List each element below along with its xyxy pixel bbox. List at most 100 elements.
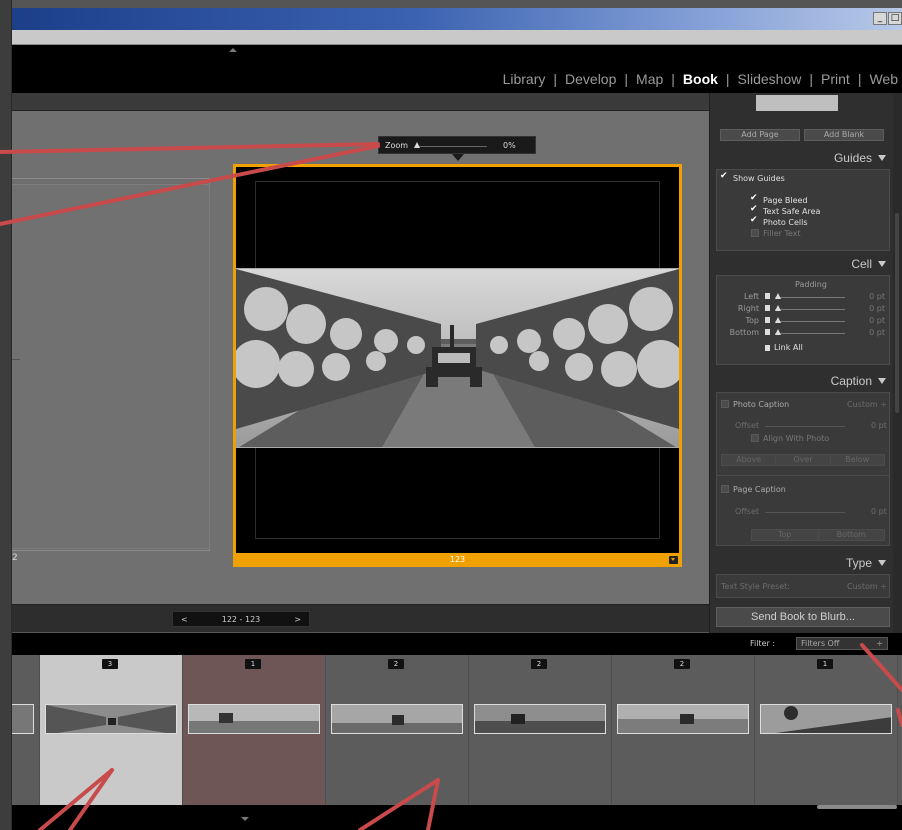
padding-bottom-slider[interactable]: Bottom 0 pt [717, 328, 891, 338]
guides-title: Guides [833, 151, 872, 165]
top-panel-collapse-icon[interactable] [229, 48, 237, 52]
filmstrip-thumbnail[interactable] [188, 704, 320, 734]
collapse-triangle-icon [878, 155, 886, 161]
slider-thumb[interactable] [775, 329, 781, 335]
filmstrip-cell-used[interactable]: 1 [183, 655, 326, 805]
page-bleed-checkbox[interactable]: Page Bleed [750, 193, 808, 205]
minimize-button[interactable]: _ [873, 12, 887, 25]
slider-track[interactable] [775, 321, 845, 322]
filmstrip-thumbnail[interactable] [45, 704, 177, 734]
filmstrip-thumbnail[interactable] [617, 704, 749, 734]
module-map[interactable]: Map [632, 71, 667, 87]
filmstrip-thumbnail[interactable] [331, 704, 463, 734]
zoom-slider-thumb[interactable] [414, 142, 420, 148]
right-page-selected[interactable] [233, 164, 682, 567]
zoom-slider-track[interactable] [417, 146, 487, 147]
caption-section-header[interactable]: Caption [716, 374, 890, 390]
position-over[interactable]: Over [776, 455, 831, 465]
photo-caption-style-select[interactable]: Custom ÷ [847, 400, 887, 409]
slider-track[interactable] [775, 333, 845, 334]
slider-track[interactable] [775, 297, 845, 298]
position-below[interactable]: Below [831, 455, 884, 465]
padding-top-slider[interactable]: Top 0 pt [717, 316, 891, 326]
link-all-checkbox[interactable]: Link All [765, 343, 803, 352]
next-page-button[interactable]: > [294, 615, 301, 624]
text-safe-area-checkbox[interactable]: Text Safe Area [750, 204, 820, 216]
filter-dropdown[interactable]: Filters Off ÷ [796, 637, 888, 650]
usage-count-badge: 1 [817, 659, 833, 669]
page-caption-label: Page Caption [733, 485, 786, 494]
scrollbar-thumb[interactable] [895, 213, 899, 413]
filmstrip-cell[interactable]: 2 [326, 655, 469, 805]
padding-right-slider[interactable]: Right 0 pt [717, 304, 891, 314]
send-book-to-blurb-button[interactable]: Send Book to Blurb... [716, 607, 890, 627]
filmstrip-thumbnail[interactable] [474, 704, 606, 734]
window-left-frame [0, 0, 12, 830]
checkbox-box [765, 345, 770, 351]
module-book[interactable]: Book [679, 71, 722, 87]
zoom-popup: Zoom 0% [378, 136, 536, 161]
add-blank-button[interactable]: Add Blank [804, 129, 884, 141]
slider-thumb[interactable] [775, 293, 781, 299]
previous-page-button[interactable]: < [181, 615, 188, 624]
orchard-photo-image [236, 269, 679, 447]
page-bleed-label: Page Bleed [763, 196, 808, 205]
slider-track[interactable] [775, 309, 845, 310]
slider-thumb[interactable] [775, 317, 781, 323]
page-menu-icon[interactable] [669, 556, 678, 564]
module-print[interactable]: Print [817, 71, 854, 87]
orchard-thumbnail-image [46, 705, 176, 733]
checkbox-box [751, 434, 759, 442]
filler-text-label: Filler Text [763, 229, 801, 238]
filmstrip-cell[interactable]: 1 [755, 655, 898, 805]
filmstrip-cell[interactable] [12, 655, 40, 805]
page-photo-orchard-tractor[interactable] [236, 268, 679, 448]
module-web[interactable]: Web [865, 71, 902, 87]
guides-section-header[interactable]: Guides [716, 151, 890, 167]
module-library[interactable]: Library [499, 71, 550, 87]
filmstrip-cell-selected[interactable]: 3 [40, 655, 183, 805]
filmstrip-thumbnail[interactable] [760, 704, 892, 734]
page-caption-position-control[interactable]: Top Bottom [751, 529, 885, 541]
page-offset-slider-track[interactable] [765, 512, 845, 513]
left-page[interactable] [12, 178, 210, 551]
add-page-button[interactable]: Add Page [720, 129, 800, 141]
zoom-popup-pointer [452, 154, 464, 161]
offset-slider-track[interactable] [765, 426, 845, 427]
filmstrip-scrollbar[interactable] [817, 805, 897, 809]
type-section-header[interactable]: Type [716, 556, 890, 572]
cell-section-header[interactable]: Cell [716, 257, 890, 273]
bottom-panel-collapse-icon[interactable] [241, 817, 249, 821]
page-preview-swatch [756, 95, 838, 111]
align-with-photo-checkbox[interactable]: Align With Photo [751, 434, 829, 443]
guides-section: Show Guides Page Bleed Text Safe Area Ph… [716, 169, 890, 251]
module-slideshow[interactable]: Slideshow [734, 71, 806, 87]
photo-caption-checkbox[interactable]: Photo Caption [721, 400, 789, 409]
filmstrip-cell[interactable]: 2 [469, 655, 612, 805]
page-caption-checkbox[interactable]: Page Caption [721, 485, 786, 494]
position-above[interactable]: Above [722, 455, 777, 465]
show-guides-checkbox[interactable]: Show Guides [720, 171, 785, 183]
checkbox-box [721, 400, 729, 408]
window-title-bar[interactable]: _ □ [12, 8, 902, 30]
photo-cells-checkbox[interactable]: Photo Cells [750, 215, 807, 227]
photo-caption-position-control[interactable]: Above Over Below [721, 454, 885, 466]
module-separator: | [624, 71, 629, 87]
maximize-button[interactable]: □ [888, 12, 902, 25]
right-page-footer: 123 [233, 553, 682, 567]
padding-left-label: Left [743, 292, 759, 301]
right-panel-scrollbar[interactable] [893, 93, 902, 633]
filler-text-checkbox[interactable]: Filler Text [751, 229, 801, 238]
filmstrip-cell[interactable]: 2 [612, 655, 755, 805]
position-bottom[interactable]: Bottom [819, 530, 885, 540]
harvest-thumbnail-image [618, 705, 748, 733]
module-develop[interactable]: Develop [561, 71, 620, 87]
cell-title: Cell [851, 257, 872, 271]
text-style-preset-select[interactable]: Custom ÷ [847, 582, 887, 591]
position-top[interactable]: Top [752, 530, 819, 540]
align-with-photo-label: Align With Photo [763, 434, 830, 443]
filmstrip-thumbnail[interactable] [12, 704, 34, 734]
collapse-triangle-icon [878, 560, 886, 566]
slider-thumb[interactable] [775, 305, 781, 311]
padding-left-slider[interactable]: Left 0 pt [717, 292, 891, 302]
